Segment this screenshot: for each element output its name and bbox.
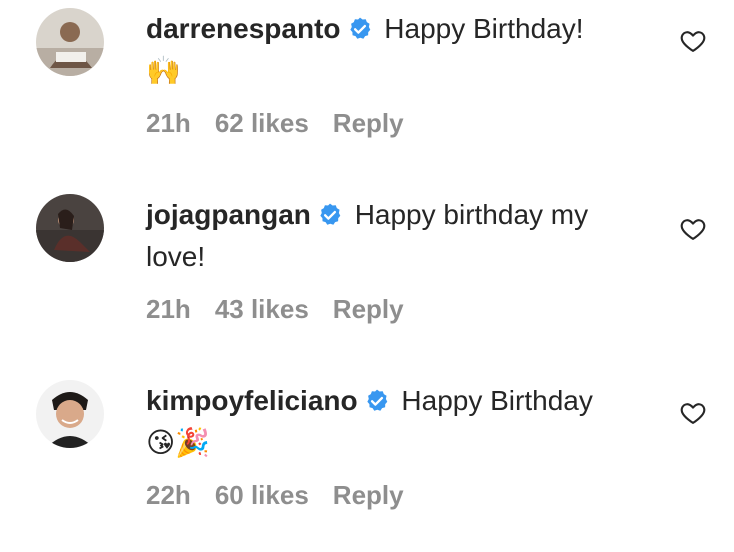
- avatar[interactable]: [36, 194, 104, 262]
- comment-content: darrenespanto Happy Birthday! 🙌: [146, 8, 646, 92]
- reply-button[interactable]: Reply: [333, 108, 404, 138]
- likes-count[interactable]: 43 likes: [215, 294, 309, 324]
- comment-text-block: kimpoyfeliciano Happy Birthday 😘🎉: [146, 380, 646, 464]
- comment-item: darrenespanto Happy Birthday! 🙌 21h 62 li…: [0, 0, 734, 180]
- verified-badge-icon: [347, 12, 373, 39]
- comment-timestamp[interactable]: 22h: [146, 480, 191, 510]
- comment-text-block: darrenespanto Happy Birthday! 🙌: [146, 8, 646, 92]
- reply-button[interactable]: Reply: [333, 294, 404, 324]
- likes-count[interactable]: 62 likes: [215, 108, 309, 138]
- username-link[interactable]: jojagpangan: [146, 199, 311, 230]
- verified-badge-icon: [317, 198, 343, 225]
- comment-meta: 22h 60 likes Reply: [146, 479, 428, 511]
- reply-button[interactable]: Reply: [333, 480, 404, 510]
- username-link[interactable]: darrenespanto: [146, 13, 341, 44]
- comment-meta: 21h 43 likes Reply: [146, 293, 428, 325]
- comment-emoji: 🙌: [146, 54, 181, 87]
- heart-outline-icon[interactable]: [679, 399, 707, 427]
- comment-item: kimpoyfeliciano Happy Birthday 😘🎉 22h 60 …: [0, 372, 734, 552]
- comment-text: Happy Birthday: [401, 385, 593, 416]
- comment-timestamp[interactable]: 21h: [146, 294, 191, 324]
- username-link[interactable]: kimpoyfeliciano: [146, 385, 358, 416]
- comment-item: jojagpangan Happy birthday my love! 21h 4…: [0, 186, 734, 366]
- likes-count[interactable]: 60 likes: [215, 480, 309, 510]
- avatar[interactable]: [36, 380, 104, 448]
- comment-meta: 21h 62 likes Reply: [146, 107, 428, 139]
- heart-outline-icon[interactable]: [679, 215, 707, 243]
- comment-content: kimpoyfeliciano Happy Birthday 😘🎉: [146, 380, 646, 464]
- comment-timestamp[interactable]: 21h: [146, 108, 191, 138]
- comment-content: jojagpangan Happy birthday my love!: [146, 194, 646, 278]
- comment-emoji: 😘🎉: [146, 426, 211, 459]
- avatar[interactable]: [36, 8, 104, 76]
- comment-text-block: jojagpangan Happy birthday my love!: [146, 194, 646, 278]
- verified-badge-icon: [364, 384, 390, 411]
- heart-outline-icon[interactable]: [679, 27, 707, 55]
- comment-text: Happy Birthday!: [384, 13, 584, 44]
